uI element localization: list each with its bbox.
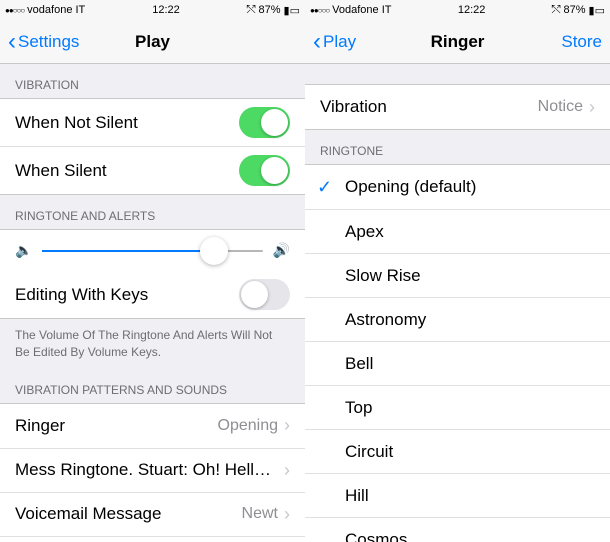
speaker-low-icon: 🔈 [15,242,32,259]
when-silent-toggle[interactable] [239,155,290,186]
back-label: Play [323,32,356,52]
checkmark-icon: ✓ [317,177,337,198]
ringtone-option-apex[interactable]: Apex [305,209,610,253]
nav-bar: ‹ Settings Play [0,20,305,64]
alarm-icon: ⤲ [247,4,256,17]
page-title: Play [135,32,170,52]
signal-dots-icon: ●●○○○ [310,6,329,15]
ringtone-label: Bell [345,354,373,374]
voicemail-row[interactable]: Voicemail Message Newt › [0,492,305,536]
cell-label: When Not Silent [15,113,239,133]
battery-percent: 87% [564,4,586,16]
ringtone-option-bell[interactable]: Bell [305,341,610,385]
when-not-silent-row[interactable]: When Not Silent [0,99,305,146]
ringtone-option-cosmos[interactable]: Cosmos [305,517,610,542]
clock-label: 12:22 [458,4,486,16]
ringtone-option-slow-rise[interactable]: Slow Rise [305,253,610,297]
battery-percent: 87% [259,4,281,16]
cell-label: Mess Ringtone. Stuart: Oh! Hello. Papag.… [15,460,278,480]
vibration-row[interactable]: Vibration Notice › [305,85,610,129]
cell-value: Newt [242,505,278,523]
section-header-vibration: VIBRATION [0,64,305,98]
slider-thumb[interactable] [200,237,228,265]
cell-value: Opening [218,417,279,435]
ringtone-option-astronomy[interactable]: Astronomy [305,297,610,341]
ringtone-option-top[interactable]: Top [305,385,610,429]
clock-label: 12:22 [152,4,180,16]
alarm-icon: ⤲ [552,4,561,17]
cell-label: Voicemail Message [15,504,242,524]
editing-with-keys-row[interactable]: Editing With Keys [0,271,305,318]
back-label: Settings [18,32,79,52]
cell-label: Editing With Keys [15,285,239,305]
chevron-right-icon: › [284,460,290,481]
ringtone-label: Opening (default) [345,177,476,197]
ringtone-option-circuit[interactable]: Circuit [305,429,610,473]
when-silent-row[interactable]: When Silent [0,146,305,194]
chevron-right-icon: › [284,415,290,436]
ringtone-label: Slow Rise [345,266,421,286]
when-not-silent-toggle[interactable] [239,107,290,138]
ringtone-option-opening[interactable]: ✓ Opening (default) [305,165,610,209]
ringtone-label: Astronomy [345,310,426,330]
cell-label: Vibration [320,97,538,117]
ringtone-label: Top [345,398,372,418]
chevron-right-icon: › [284,504,290,525]
volume-slider[interactable] [42,250,262,252]
carrier-label: vodafone IT [27,4,85,16]
battery-icon: ▮▭ [284,4,300,17]
ringtone-label: Circuit [345,442,393,462]
ringtone-label: Hill [345,486,369,506]
section-header-patterns: VIBRATION PATTERNS AND SOUNDS [0,369,305,403]
store-button[interactable]: Store [561,32,602,52]
section-header-ringtone: RINGTONE [305,130,610,164]
section-header-ringtone-alerts: RINGTONE AND ALERTS [0,195,305,229]
status-bar: ●●○○○ vodafone IT 12:22 ⤲ 87% ▮▭ [0,0,305,20]
speaker-high-icon: 🔊 [273,242,290,259]
ringtone-label: Apex [345,222,384,242]
signal-dots-icon: ●●○○○ [5,6,24,15]
ringer-selection-screen: ●●○○○ Vodafone IT 12:22 ⤲ 87% ▮▭ ‹ Play … [305,0,610,542]
back-button[interactable]: ‹ Play [313,28,356,56]
ringtone-label: Cosmos [345,530,407,542]
volume-slider-row: 🔈 🔊 [0,230,305,271]
carrier-label: Vodafone IT [332,4,391,16]
editing-with-keys-toggle[interactable] [239,279,290,310]
status-bar: ●●○○○ Vodafone IT 12:22 ⤲ 87% ▮▭ [305,0,610,20]
footer-note: The Volume Of The Ringtone And Alerts Wi… [0,319,305,369]
nav-bar: ‹ Play Ringer Store [305,20,610,64]
back-button[interactable]: ‹ Settings [8,28,79,56]
cell-label: When Silent [15,161,239,181]
chevron-right-icon: › [589,97,595,118]
page-title: Ringer [431,32,485,52]
chevron-left-icon: ‹ [8,28,16,56]
ringtone-option-hill[interactable]: Hill [305,473,610,517]
message-ringtone-row[interactable]: Mess Ringtone. Stuart: Oh! Hello. Papag.… [0,448,305,492]
battery-icon: ▮▭ [589,4,605,17]
sounds-settings-screen: ●●○○○ vodafone IT 12:22 ⤲ 87% ▮▭ ‹ Setti… [0,0,305,542]
chevron-left-icon: ‹ [313,28,321,56]
ringer-row[interactable]: Ringer Opening › [0,404,305,448]
cell-label: Ringer [15,416,218,436]
cell-value: Notice [538,98,583,116]
new-mail-row[interactable]: New Mail Drin › [0,536,305,542]
